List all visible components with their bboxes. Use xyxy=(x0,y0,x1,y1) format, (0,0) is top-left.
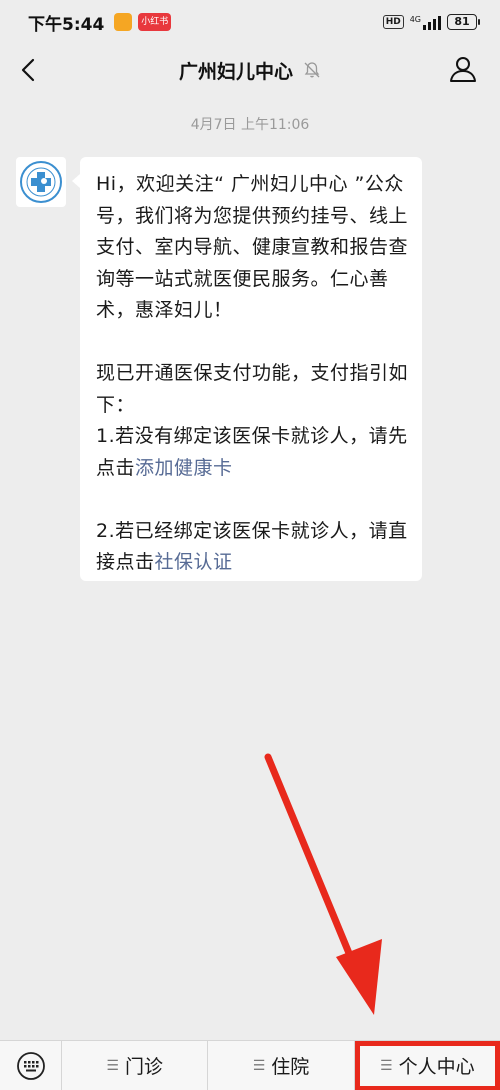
page-title: 广州妇儿中心 xyxy=(178,60,293,83)
status-time: 下午5:44 xyxy=(28,14,105,35)
bubble-arrow xyxy=(72,174,80,188)
network-type: 4G xyxy=(409,15,421,24)
keyboard-toggle-button[interactable] xyxy=(0,1040,62,1090)
menu-lines-icon: ☰ xyxy=(106,1057,119,1074)
profile-button[interactable] xyxy=(448,54,478,84)
menu-personal-center-label: 个人中心 xyxy=(398,1056,475,1078)
menu-outpatient-label: 门诊 xyxy=(124,1056,163,1078)
title-bar: 广州妇儿中心 xyxy=(0,44,500,96)
status-indicators: HD 4G 81 xyxy=(382,14,480,30)
message-timestamp: 4月7日 上午11:06 xyxy=(190,117,310,133)
notes-app-icon xyxy=(114,13,133,31)
bell-mute-icon xyxy=(304,62,320,78)
person-icon xyxy=(450,57,476,82)
signal-icon xyxy=(423,14,441,30)
menu-outpatient[interactable]: ☰ 门诊 xyxy=(62,1040,209,1090)
chevron-left-icon xyxy=(21,58,35,82)
bottom-menu: ☰ 门诊 ☰ 住院 ☰ 个人中心 xyxy=(0,1040,500,1090)
xiaohongshu-app-icon: 小红书 xyxy=(138,13,172,31)
hd-badge: HD xyxy=(382,15,404,29)
status-bar: 下午5:44 小红书 HD 4G 81 xyxy=(0,0,500,44)
step2-text: 2.若已经绑定该医保卡就诊人，请直接点击社保认证 xyxy=(96,519,408,574)
notification-icons: 小红书 xyxy=(114,13,172,31)
account-avatar[interactable] xyxy=(16,157,66,207)
message-bubble: Hi，欢迎关注“ 广州妇儿中心 ”公众号，我们将为您提供预约挂号、线上支付、室内… xyxy=(80,157,422,581)
menu-lines-icon: ☰ xyxy=(252,1057,266,1074)
battery-icon: 81 xyxy=(447,14,480,30)
keyboard-icon xyxy=(16,1051,45,1080)
menu-personal-center[interactable]: ☰ 个人中心 xyxy=(354,1040,500,1090)
social-security-auth-link[interactable]: 社保认证 xyxy=(155,551,233,573)
menu-inpatient[interactable]: ☰ 住院 xyxy=(208,1040,355,1090)
back-button[interactable] xyxy=(16,56,44,84)
menu-inpatient-label: 住院 xyxy=(271,1056,310,1078)
annotation-arrow xyxy=(264,753,382,1015)
hospital-logo-icon xyxy=(20,161,62,203)
payment-intro-text: 现已开通医保支付功能，支付指引如下： 1.若没有绑定该医保卡就诊人，请先点击添加健… xyxy=(96,362,409,479)
battery-level: 81 xyxy=(447,14,477,30)
welcome-text: Hi，欢迎关注“ 广州妇儿中心 ”公众号，我们将为您提供预约挂号、线上支付、室内… xyxy=(96,173,409,321)
menu-lines-icon: ☰ xyxy=(380,1057,393,1074)
add-health-card-link[interactable]: 添加健康卡 xyxy=(135,457,233,479)
